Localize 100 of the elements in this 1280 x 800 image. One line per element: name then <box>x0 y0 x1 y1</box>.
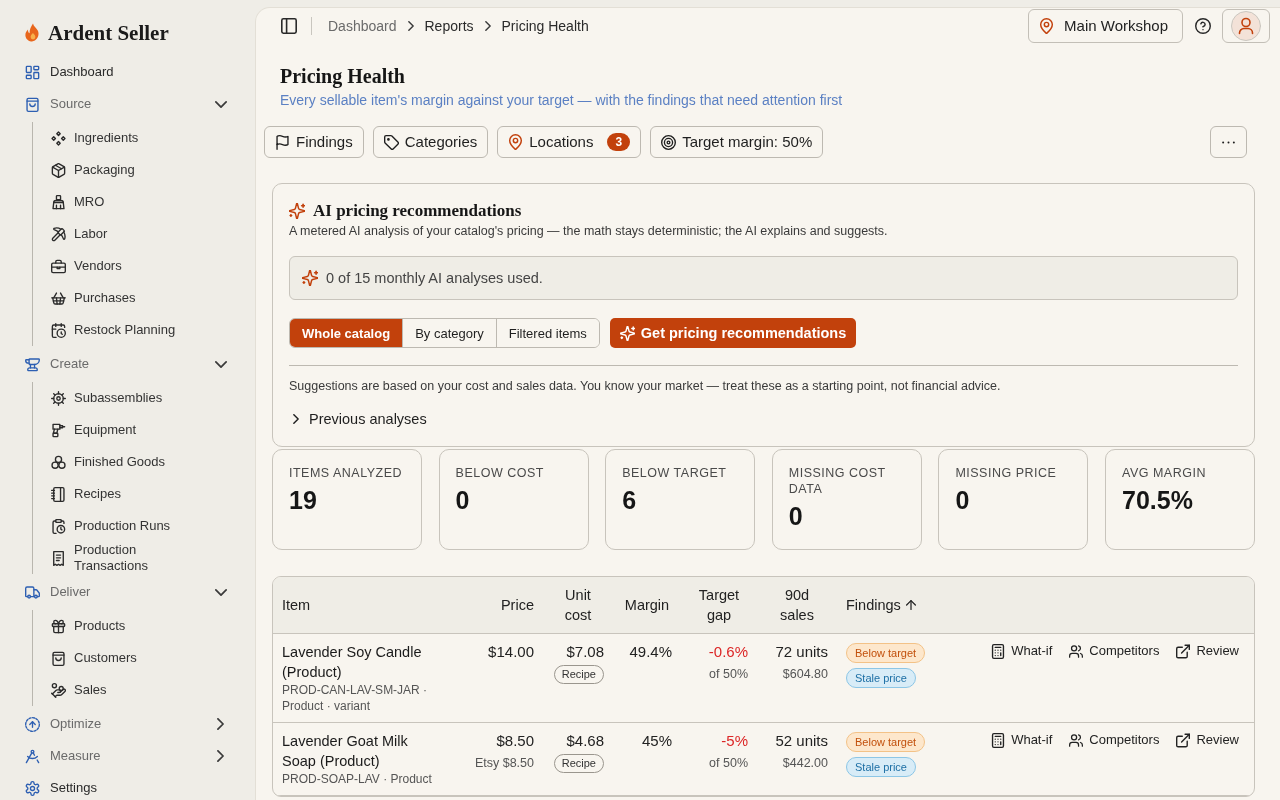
stat-value: 0 <box>955 485 971 516</box>
map-pin-icon <box>1039 18 1055 34</box>
sidebar-item[interactable]: Customers <box>33 642 244 674</box>
sidebar-item[interactable]: MRO <box>33 186 244 218</box>
row-action-button[interactable]: Competitors <box>1069 731 1160 750</box>
hand-coins-icon <box>51 682 66 698</box>
sidebar-item[interactable]: Source <box>12 88 244 120</box>
previous-analyses-toggle[interactable]: Previous analyses <box>289 409 427 430</box>
stat-label: MISSING PRICE <box>955 465 1058 482</box>
sparkles-icon <box>619 325 635 341</box>
sidebar-item[interactable]: Restock Planning <box>33 314 244 346</box>
sidebar-item[interactable]: Ingredients <box>33 122 244 154</box>
unit-cost-text: $4.68 <box>566 731 604 752</box>
row-action-button[interactable]: Review <box>1176 642 1239 661</box>
target-gap-text: -5% <box>721 731 748 752</box>
sidebar-item[interactable]: Create <box>12 348 244 380</box>
account-button[interactable] <box>1222 9 1270 43</box>
chevron-right-icon <box>407 21 414 31</box>
people-icon <box>1069 732 1084 748</box>
item-name: Lavender Soy Candle (Product) <box>282 643 423 683</box>
row-action-button[interactable]: What-if <box>991 731 1053 750</box>
get-recommendations-button[interactable]: Get pricing recommendations <box>609 318 857 349</box>
row-action-button[interactable]: Competitors <box>1069 642 1160 661</box>
sidebar-item[interactable]: Dashboard <box>12 56 244 88</box>
brand-name: Ardent Seller <box>48 20 169 46</box>
truck-icon <box>25 584 40 600</box>
receipt-icon <box>51 550 66 566</box>
shopping-bag-icon <box>25 96 40 112</box>
sidebar-toggle-button[interactable] <box>279 16 299 36</box>
row-action-button[interactable]: What-if <box>991 642 1053 661</box>
gift-icon <box>51 618 66 634</box>
stat-value: 19 <box>289 485 318 516</box>
column-header: Item <box>282 597 311 614</box>
item-name: Lavender Goat Milk Soap (Product) <box>282 732 409 772</box>
filter-button[interactable]: Target margin: 50% <box>650 126 824 158</box>
sidebar-item[interactable]: Finished Goods <box>33 446 244 478</box>
row-action-button[interactable]: Review <box>1176 731 1239 750</box>
filter-button[interactable]: Findings <box>264 126 364 158</box>
card-description: A metered AI analysis of your catalog's pricing — the math stays deterministic; the AI explains and suggests. <box>289 223 889 241</box>
sidebar-item[interactable]: Vendors <box>33 250 244 282</box>
sidebar-item[interactable]: Production Runs <box>33 510 244 542</box>
sidebar-item[interactable]: Production Transactions <box>33 542 244 574</box>
location-button[interactable]: Main Workshop <box>1028 9 1183 43</box>
external-link-icon <box>1176 643 1191 659</box>
sidebar-item[interactable]: Subassemblies <box>33 382 244 414</box>
drill-icon <box>51 422 66 438</box>
scope-tab[interactable]: Filtered items <box>495 319 599 348</box>
revenue-text: $604.80 <box>782 666 828 684</box>
sidebar-item[interactable]: Labor <box>33 218 244 250</box>
three-circles-icon <box>51 454 66 470</box>
sidebar-item[interactable]: Settings <box>12 772 244 800</box>
sidebar-item[interactable]: Measure <box>12 740 244 772</box>
target-gap-text: -0.6% <box>708 642 748 663</box>
sidebar-item[interactable]: Sales <box>33 674 244 706</box>
brush-icon <box>51 194 66 210</box>
cog-icon <box>51 390 66 406</box>
sidebar-item[interactable]: Products <box>33 610 244 642</box>
breadcrumb-link[interactable]: Reports <box>424 15 474 37</box>
help-button[interactable] <box>1193 16 1213 36</box>
notebook-icon <box>51 486 66 502</box>
scope-tab[interactable]: Whole catalog <box>290 319 403 348</box>
margin-text: 49.4% <box>629 642 672 663</box>
stat-value: 70.5% <box>1122 485 1194 516</box>
sidebar-item[interactable]: Equipment <box>33 414 244 446</box>
flag-icon <box>275 134 290 150</box>
breadcrumb-current: Pricing Health <box>501 16 589 36</box>
card-title: AI pricing recommendations <box>313 201 522 222</box>
external-link-icon <box>1176 732 1191 748</box>
page-title: Pricing Health <box>280 64 406 89</box>
sidebar-item[interactable]: Packaging <box>33 154 244 186</box>
breadcrumb-link[interactable]: Dashboard <box>328 15 397 37</box>
sidebar-item[interactable]: Recipes <box>33 478 244 510</box>
units-sold-text: 52 units <box>775 731 828 752</box>
column-header: 90d sales <box>779 586 815 626</box>
column-header: Findings <box>846 597 901 614</box>
price-text: $8.50 <box>496 731 534 752</box>
calendar-clock-icon <box>51 322 66 338</box>
filter-button[interactable]: Locations 3 <box>497 126 642 158</box>
map-pin-icon <box>508 134 524 150</box>
chevron-right-icon <box>484 21 491 31</box>
units-sold-text: 72 units <box>775 642 828 663</box>
diamonds-icon <box>51 130 66 146</box>
target-reference: of 50% <box>709 755 748 773</box>
drafting-compass-icon <box>25 748 40 764</box>
dashboard-grid-icon <box>25 64 40 80</box>
disclaimer-text: Suggestions are based on your cost and sales data. You know your market — treat these as a starting point, not financial advice. <box>289 378 1002 396</box>
calculator-icon <box>991 732 1006 748</box>
sidebar-item[interactable]: Optimize <box>12 708 244 740</box>
target-icon <box>661 134 677 150</box>
margin-text: 45% <box>641 731 672 752</box>
filter-button[interactable]: Categories <box>372 126 489 158</box>
sidebar-item[interactable]: Purchases <box>33 282 244 314</box>
stat-value: 6 <box>622 485 638 516</box>
sparkles-icon <box>289 203 305 220</box>
people-icon <box>1069 643 1084 659</box>
shopping-bag-icon <box>51 650 66 666</box>
tag-icon <box>383 134 399 150</box>
sidebar-item[interactable]: Deliver <box>12 576 244 608</box>
column-header: Margin <box>624 596 670 616</box>
finding-badge: Below target <box>846 643 926 664</box>
